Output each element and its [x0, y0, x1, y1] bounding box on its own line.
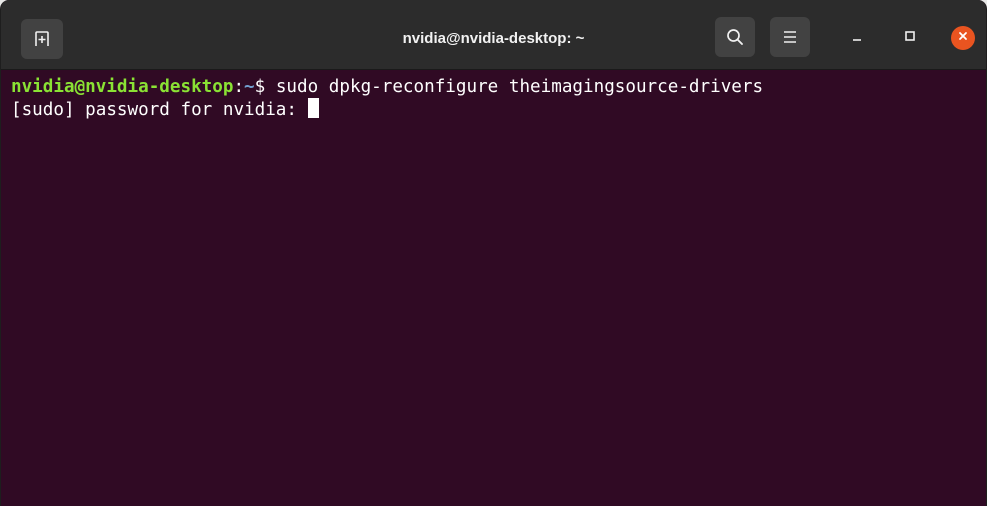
maximize-button[interactable]: [898, 26, 922, 50]
terminal-output[interactable]: nvidia@nvidia-desktop:~$ sudo dpkg-recon…: [1, 70, 986, 506]
new-tab-icon: [34, 31, 50, 47]
close-icon: [957, 29, 969, 47]
search-icon: [726, 28, 744, 46]
password-prompt: [sudo] password for nvidia:: [11, 100, 308, 120]
command-line: nvidia@nvidia-desktop:~$ sudo dpkg-recon…: [11, 76, 986, 98]
prompt-user-host: nvidia@nvidia-desktop: [11, 77, 234, 97]
prompt-path: ~: [244, 77, 255, 97]
password-prompt-line: [sudo] password for nvidia:: [11, 98, 986, 121]
search-button[interactable]: [715, 17, 755, 57]
close-button[interactable]: [951, 26, 975, 50]
prompt-dollar: $: [254, 77, 276, 97]
title-bar[interactable]: nvidia@nvidia-desktop: ~: [1, 0, 986, 70]
new-tab-button[interactable]: [21, 19, 63, 59]
prompt-colon: :: [233, 77, 245, 97]
text-cursor[interactable]: [307, 98, 319, 118]
minimize-button[interactable]: [845, 26, 869, 50]
maximize-icon: [904, 29, 916, 47]
window-title: nvidia@nvidia-desktop: ~: [402, 30, 585, 47]
minimize-icon: [851, 29, 863, 47]
menu-button[interactable]: [770, 17, 810, 57]
terminal-window: nvidia@nvidia-desktop: ~ nvidia@nvidia-d…: [0, 0, 987, 506]
hamburger-menu-icon: [782, 30, 798, 44]
command-text: sudo dpkg-reconfigure theimagingsource-d…: [275, 77, 764, 97]
